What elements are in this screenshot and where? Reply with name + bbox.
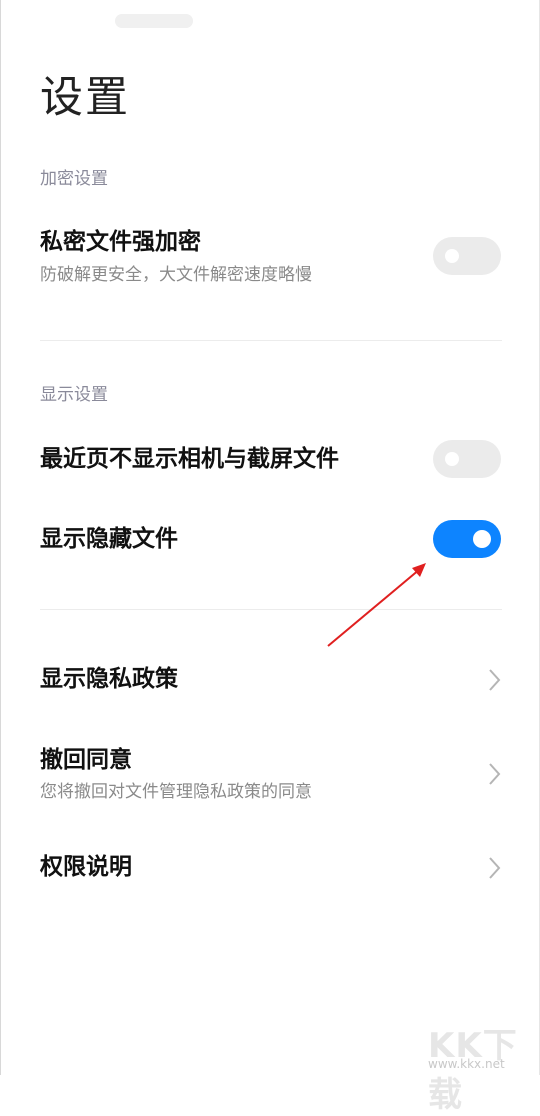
setting-row-strong-encryption[interactable]: 私密文件强加密 防破解更安全，大文件解密速度略慢 [0,222,540,302]
status-bar-blurred [115,14,193,28]
row-title: 撤回同意 [40,747,132,773]
divider [40,340,502,341]
strong-encryption-toggle[interactable] [433,237,501,275]
setting-title: 最近页不显示相机与截屏文件 [40,446,339,472]
toggle-knob [445,249,459,263]
row-permissions-explanation[interactable]: 权限说明 [0,844,540,892]
page-title: 设置 [40,73,130,123]
row-subtitle: 您将撤回对文件管理隐私政策的同意 [40,782,312,802]
chevron-right-icon [489,857,501,879]
row-title: 显示隐私政策 [40,666,178,692]
annotation-arrow-icon [327,563,426,647]
section-label-display: 显示设置 [40,385,108,405]
section-label-encryption: 加密设置 [40,169,108,189]
toggle-knob [445,452,459,466]
toggle-knob [473,530,491,548]
row-withdraw-consent[interactable]: 撤回同意 您将撤回对文件管理隐私政策的同意 [0,742,540,806]
chevron-right-icon [489,669,501,691]
setting-title: 显示隐藏文件 [40,526,178,552]
watermark-url: www.kkx.net [428,1057,505,1071]
chevron-right-icon [489,763,501,785]
show-hidden-files-toggle[interactable] [433,520,501,558]
setting-row-hide-camera-screenshots[interactable]: 最近页不显示相机与截屏文件 [0,436,540,484]
setting-row-show-hidden-files[interactable]: 显示隐藏文件 [0,516,540,564]
setting-subtitle: 防破解更安全，大文件解密速度略慢 [40,265,312,285]
row-privacy-policy[interactable]: 显示隐私政策 [0,656,540,704]
setting-title: 私密文件强加密 [40,229,201,255]
row-title: 权限说明 [40,854,132,880]
hide-camera-screenshots-toggle[interactable] [433,440,501,478]
